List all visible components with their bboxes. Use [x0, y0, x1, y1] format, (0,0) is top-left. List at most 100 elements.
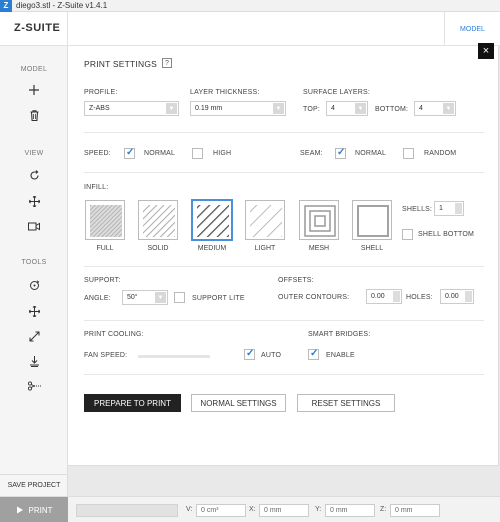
- section-divider: [84, 374, 484, 375]
- stepper-arrows-icon: [465, 291, 472, 302]
- surface-layers-label: SURFACE LAYERS:: [303, 89, 371, 96]
- infill-full-tile[interactable]: [85, 200, 125, 240]
- speed-normal-checkbox[interactable]: [124, 147, 135, 159]
- section-divider: [84, 132, 484, 133]
- z-field[interactable]: 0 mm: [390, 504, 440, 517]
- layer-thickness-label: LAYER THICKNESS:: [190, 89, 260, 96]
- seam-random-checkbox[interactable]: [403, 148, 414, 159]
- angle-label: ANGLE:: [84, 295, 111, 302]
- support-label: SUPPORT:: [84, 277, 121, 284]
- app-logo: Z-SUITE: [14, 22, 61, 34]
- speed-label: SPEED:: [84, 150, 111, 157]
- play-icon: [16, 506, 23, 514]
- rotate-tool-icon[interactable]: [24, 277, 44, 293]
- speed-high-label: HIGH: [213, 150, 232, 157]
- volume-field: 0 cm³: [196, 504, 246, 517]
- outer-contours-stepper[interactable]: 0.00: [366, 289, 402, 304]
- infill-light-tile[interactable]: [245, 200, 285, 240]
- infill-medium-label: MEDIUM: [197, 245, 227, 252]
- offsets-label: OFFSETS:: [278, 277, 314, 284]
- volume-label: V:: [186, 506, 193, 513]
- infill-mesh-label: MESH: [308, 245, 330, 252]
- infill-label: INFILL:: [84, 184, 109, 191]
- close-icon[interactable]: ×: [478, 43, 494, 59]
- x-field[interactable]: 0 mm: [259, 504, 309, 517]
- layer-thickness-select[interactable]: 0.19 mm ▼: [190, 101, 286, 116]
- bottom-layers-select[interactable]: 4 ▼: [414, 101, 456, 116]
- header-divider: [67, 12, 68, 46]
- fan-speed-label: FAN SPEED:: [84, 352, 128, 359]
- section-divider: [84, 172, 484, 173]
- cut-tool-icon[interactable]: [24, 378, 44, 394]
- stepper-arrows-icon: [393, 291, 400, 302]
- support-lite-label: SUPPORT LITE: [192, 295, 245, 302]
- app-header: Z-SUITE MODEL: [0, 12, 500, 46]
- angle-select[interactable]: 50° ▼: [122, 290, 168, 305]
- print-settings-panel: × PRINT SETTINGS ? PROFILE: Z-ABS ▼ LAYE…: [68, 43, 499, 466]
- reset-settings-button[interactable]: RESET SETTINGS: [297, 394, 395, 412]
- infill-mesh-tile[interactable]: [299, 200, 339, 240]
- section-divider: [84, 320, 484, 321]
- window-title: diego3.stl - Z-Suite v1.4.1: [16, 1, 108, 10]
- chevron-down-icon: ▼: [355, 103, 366, 114]
- bottom-label: BOTTOM:: [375, 106, 409, 113]
- normal-settings-button[interactable]: NORMAL SETTINGS: [191, 394, 286, 412]
- smart-bridges-label: SMART BRIDGES:: [308, 331, 371, 338]
- shells-label: SHELLS:: [402, 206, 433, 213]
- chevron-down-icon: ▼: [273, 103, 284, 114]
- camera-view-icon[interactable]: [24, 218, 44, 234]
- shells-value: 1: [439, 205, 443, 212]
- infill-shell-tile[interactable]: [352, 200, 392, 240]
- print-cooling-label: PRINT COOLING:: [84, 331, 144, 338]
- layer-thickness-value: 0.19 mm: [195, 105, 223, 112]
- profile-label: PROFILE:: [84, 89, 118, 96]
- profile-select[interactable]: Z-ABS ▼: [84, 101, 179, 116]
- stepper-arrows-icon: [455, 203, 462, 214]
- place-on-platform-icon[interactable]: [24, 353, 44, 369]
- infill-solid-tile[interactable]: [138, 200, 178, 240]
- print-progress-bar: [76, 504, 178, 517]
- chevron-down-icon: ▼: [443, 103, 454, 114]
- seam-random-label: RANDOM: [424, 150, 457, 157]
- angle-value: 50°: [127, 294, 138, 301]
- pan-view-icon[interactable]: [24, 193, 44, 209]
- seam-normal-checkbox[interactable]: [335, 147, 346, 159]
- shell-bottom-label: SHELL BOTTOM: [418, 231, 475, 238]
- smart-bridges-checkbox[interactable]: [308, 348, 319, 360]
- infill-light-label: LIGHT: [254, 245, 276, 252]
- z-label: Z:: [380, 506, 387, 513]
- support-lite-checkbox[interactable]: [174, 292, 185, 303]
- chevron-down-icon: ▼: [166, 103, 177, 114]
- delete-model-icon[interactable]: [24, 107, 44, 123]
- move-tool-icon[interactable]: [24, 303, 44, 319]
- infill-solid-label: SOLID: [147, 245, 169, 252]
- outer-contours-label: OUTER CONTOURS:: [278, 294, 350, 301]
- fan-auto-checkbox[interactable]: [244, 348, 255, 360]
- save-project-button[interactable]: SAVE PROJECT: [0, 474, 68, 496]
- infill-full-label: FULL: [96, 245, 114, 252]
- tab-model[interactable]: MODEL: [444, 12, 500, 46]
- fan-speed-slider[interactable]: [138, 355, 210, 358]
- app-icon: Z: [0, 0, 12, 12]
- add-model-icon[interactable]: [24, 82, 44, 98]
- prepare-to-print-button[interactable]: PREPARE TO PRINT: [84, 394, 181, 412]
- footer-bar: PRINT V: 0 cm³ X: 0 mm Y: 0 mm Z: 0 mm: [0, 496, 500, 522]
- scale-tool-icon[interactable]: [24, 328, 44, 344]
- rotate-view-icon[interactable]: [24, 167, 44, 183]
- print-button[interactable]: PRINT: [0, 497, 68, 522]
- speed-high-checkbox[interactable]: [192, 148, 203, 159]
- sidebar-section-tools: TOOLS: [21, 259, 47, 266]
- shell-bottom-checkbox[interactable]: [402, 229, 413, 240]
- infill-medium-tile[interactable]: [192, 200, 232, 240]
- bottom-layers-value: 4: [419, 105, 423, 112]
- profile-value: Z-ABS: [89, 105, 110, 112]
- holes-stepper[interactable]: 0.00: [440, 289, 474, 304]
- sidebar-section-model: MODEL: [20, 66, 48, 73]
- print-label: PRINT: [28, 505, 53, 515]
- help-icon[interactable]: ?: [162, 58, 172, 68]
- y-field[interactable]: 0 mm: [325, 504, 375, 517]
- left-sidebar: MODEL VIEW TOOLS SAVE PROJECT: [0, 46, 68, 496]
- top-layers-select[interactable]: 4 ▼: [326, 101, 368, 116]
- sidebar-section-view: VIEW: [24, 150, 44, 157]
- shells-stepper[interactable]: 1: [434, 201, 464, 216]
